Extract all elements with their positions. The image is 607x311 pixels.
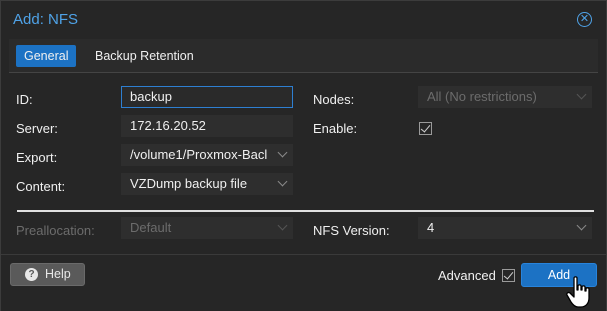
- general-panel: ID: backup Server: 172.16.20.52 Export: …: [9, 73, 598, 253]
- content-select[interactable]: VZDump backup file: [121, 173, 293, 195]
- nfs-version-select[interactable]: 4: [418, 217, 592, 239]
- nodes-select[interactable]: All (No restrictions): [418, 86, 592, 108]
- content-value: VZDump backup file: [130, 176, 248, 191]
- nodes-value: All (No restrictions): [427, 89, 537, 104]
- tab-backup-retention[interactable]: Backup Retention: [87, 45, 202, 67]
- advanced-checkbox[interactable]: [502, 269, 515, 282]
- dialog-title: Add: NFS: [13, 11, 79, 28]
- preallocation-value: Default: [130, 220, 172, 235]
- advanced-separator: [17, 210, 594, 212]
- hand-cursor-icon: [566, 276, 590, 308]
- help-button[interactable]: ? Help: [10, 263, 85, 286]
- question-circle-icon: ?: [25, 268, 38, 281]
- export-select[interactable]: /volume1/Proxmox-Bacl: [121, 144, 293, 166]
- preallocation-label: Preallocation:: [16, 223, 95, 238]
- nfs-version-value: 4: [427, 220, 435, 235]
- preallocation-select[interactable]: Default: [121, 217, 293, 239]
- export-value: /volume1/Proxmox-Bacl: [130, 147, 268, 162]
- server-value: 172.16.20.52: [130, 118, 206, 133]
- server-label: Server:: [16, 121, 58, 136]
- content-label: Content:: [16, 179, 66, 194]
- id-input[interactable]: backup: [121, 86, 293, 108]
- tab-general[interactable]: General: [16, 45, 77, 67]
- export-label: Export:: [16, 150, 58, 165]
- server-input[interactable]: 172.16.20.52: [121, 115, 293, 137]
- add-nfs-dialog: Add: NFS ✕ General Backup Retention ID: …: [0, 0, 607, 311]
- enable-label: Enable:: [313, 121, 358, 136]
- enable-checkbox[interactable]: [419, 122, 432, 135]
- nfs-version-label: NFS Version:: [313, 223, 390, 238]
- close-icon[interactable]: ✕: [577, 12, 592, 27]
- help-button-label: Help: [45, 267, 71, 281]
- id-label: ID:: [16, 92, 33, 107]
- checkmark-icon: [503, 269, 514, 280]
- checkmark-icon: [420, 122, 431, 133]
- advanced-label: Advanced: [438, 268, 496, 283]
- tab-bar: General Backup Retention: [9, 39, 598, 73]
- id-value: backup: [130, 89, 172, 104]
- nodes-label: Nodes:: [313, 92, 355, 107]
- dialog-footer: ? Help Advanced Add: [1, 254, 606, 311]
- dialog-titlebar: Add: NFS ✕: [1, 1, 606, 38]
